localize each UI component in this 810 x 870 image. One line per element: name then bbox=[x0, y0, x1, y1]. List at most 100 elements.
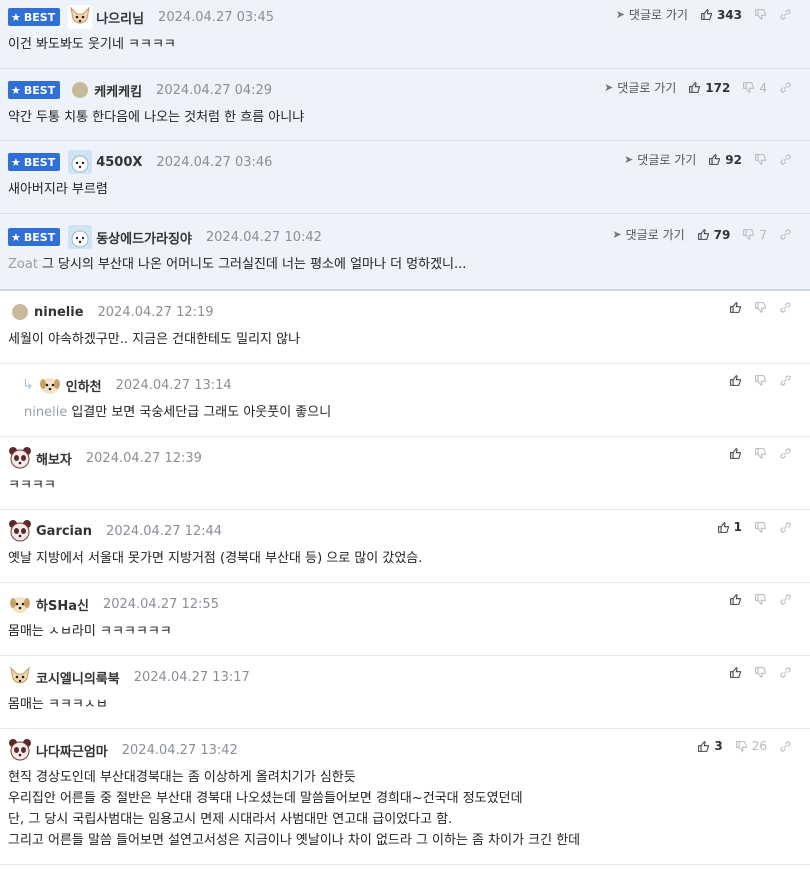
upvote-button[interactable]: 1 bbox=[717, 520, 742, 534]
link-button[interactable] bbox=[779, 521, 792, 534]
link-button[interactable] bbox=[779, 81, 792, 94]
comment-header: 나다짜근엄마 2024.04.27 13:42 3 26 bbox=[8, 733, 802, 767]
goto-reply-label: 댓글로 가기 bbox=[637, 153, 697, 167]
goto-reply-link[interactable]: ➤ 댓글로 가기 bbox=[624, 151, 696, 168]
goto-reply-link[interactable]: ➤ 댓글로 가기 bbox=[612, 226, 684, 243]
comment-body: 약간 두통 치통 한다음에 나오는 것처럼 한 흐름 아니냐 bbox=[8, 107, 802, 140]
comment-header: ★ BEST 케케케킴 2024.04.27 04:29 ➤ 댓글로 가기 172 … bbox=[8, 73, 802, 107]
comment-header: ninelie 2024.04.27 12:19 bbox=[8, 295, 802, 329]
upvote-button[interactable]: 172 bbox=[688, 81, 730, 95]
downvote-button[interactable] bbox=[754, 521, 767, 534]
goto-reply-label: 댓글로 가기 bbox=[617, 81, 677, 95]
goto-reply-link[interactable]: ➤ 댓글로 가기 bbox=[604, 79, 676, 96]
nickname[interactable]: 나다짜근엄마 bbox=[36, 741, 108, 760]
polar-avatar[interactable] bbox=[68, 150, 93, 174]
upvote-button[interactable] bbox=[729, 301, 742, 314]
upvote-button[interactable] bbox=[729, 374, 742, 387]
comment-text: 약간 두통 치통 한다음에 나오는 것처럼 한 흐름 아니냐 bbox=[8, 110, 305, 125]
comment-text: ㅋㅋㅋㅋ bbox=[8, 478, 56, 493]
thumbs-down-icon bbox=[755, 302, 766, 314]
link-button[interactable] bbox=[779, 228, 792, 241]
best-badge: ★ BEST bbox=[8, 81, 61, 99]
reply-comment: ↳ 인하천 2024.04.27 13:14 ninelie 입결만 보면 국숭세… bbox=[0, 364, 810, 437]
link-button[interactable] bbox=[779, 374, 792, 387]
best-label: BEST bbox=[23, 230, 56, 244]
link-button[interactable] bbox=[779, 301, 792, 314]
thumbs-down-icon bbox=[755, 594, 766, 606]
downvote-button[interactable]: 7 bbox=[742, 228, 767, 242]
comment-actions: ➤ 댓글로 가기 172 4 bbox=[592, 79, 792, 96]
goto-reply-label: 댓글로 가기 bbox=[625, 228, 685, 242]
upvote-button[interactable]: 3 bbox=[697, 739, 723, 753]
downvote-button[interactable] bbox=[754, 301, 767, 314]
upvote-button[interactable]: 92 bbox=[708, 153, 742, 167]
polar-avatar[interactable] bbox=[68, 225, 93, 249]
thumbs-down-icon bbox=[755, 667, 766, 679]
send-arrow-icon: ➤ bbox=[624, 153, 634, 166]
comment-date: 2024.04.27 03:46 bbox=[156, 154, 273, 170]
downvote-count: 26 bbox=[751, 739, 767, 753]
thumbs-down-icon bbox=[755, 521, 766, 533]
thumbs-down-icon bbox=[755, 9, 766, 21]
upvote-button[interactable] bbox=[729, 593, 742, 606]
panda-avatar[interactable] bbox=[8, 738, 32, 762]
link-button[interactable] bbox=[779, 593, 792, 606]
nickname[interactable]: 케케케킴 bbox=[94, 81, 142, 100]
thumbs-down-icon bbox=[743, 82, 755, 94]
puppy-avatar[interactable] bbox=[8, 592, 32, 616]
comment-actions: 1 bbox=[705, 520, 792, 534]
comment-date: 2024.04.27 13:42 bbox=[121, 742, 238, 758]
dog-avatar[interactable] bbox=[8, 665, 32, 689]
comment-actions: ➤ 댓글로 가기 79 7 bbox=[600, 226, 792, 243]
downvote-button[interactable]: 26 bbox=[735, 739, 767, 753]
panda-avatar[interactable] bbox=[8, 446, 32, 470]
upvote-count: 92 bbox=[725, 152, 742, 167]
comment-text: 옛날 지방에서 서울대 못가면 지방거점 (경북대 부산대 등) 으로 많이 갔… bbox=[8, 551, 423, 566]
nickname[interactable]: 나으리님 bbox=[96, 8, 144, 27]
downvote-button[interactable] bbox=[754, 666, 767, 679]
thumbs-up-icon bbox=[697, 228, 709, 240]
nickname[interactable]: 코시엘니의룩북 bbox=[36, 668, 120, 687]
nickname[interactable]: 동상에드가라징야 bbox=[96, 228, 192, 247]
upvote-button[interactable] bbox=[729, 666, 742, 679]
panda-avatar[interactable] bbox=[8, 519, 32, 543]
reply-to-nick[interactable]: ninelie bbox=[24, 405, 67, 420]
comment-text: 몸매는 ㅋㅋㅋㅅㅂ bbox=[8, 697, 108, 712]
downvote-button[interactable] bbox=[754, 374, 767, 387]
dog-avatar[interactable] bbox=[68, 5, 93, 29]
thumbs-up-icon bbox=[689, 81, 701, 93]
comment-header: ★ BEST 동상에드가라징야 2024.04.27 10:42 ➤ 댓글로 가기 … bbox=[8, 220, 802, 254]
thumbs-down-icon bbox=[735, 740, 747, 752]
downvote-button[interactable] bbox=[754, 153, 767, 166]
downvote-button[interactable] bbox=[754, 447, 767, 460]
downvote-button[interactable] bbox=[754, 593, 767, 606]
best-comment: ★ BEST 케케케킴 2024.04.27 04:29 ➤ 댓글로 가기 172 … bbox=[0, 69, 810, 141]
upvote-button[interactable]: 343 bbox=[700, 8, 742, 22]
round-avatar[interactable] bbox=[12, 304, 28, 320]
nickname[interactable]: 해보자 bbox=[36, 449, 72, 468]
link-button[interactable] bbox=[779, 740, 792, 753]
nickname[interactable]: 인하천 bbox=[66, 376, 102, 395]
nickname[interactable]: 4500X bbox=[96, 155, 142, 170]
upvote-button[interactable]: 79 bbox=[697, 228, 730, 242]
nickname[interactable]: ninelie bbox=[34, 305, 84, 320]
comment-text: 새아버지라 부르렴 bbox=[8, 182, 108, 197]
thumbs-up-icon bbox=[730, 447, 741, 459]
comment-body: 세월이 야속하겠구만.. 지금은 건대한테도 밀리지 않나 bbox=[8, 329, 802, 362]
reply-to-nick[interactable]: Zoat bbox=[8, 257, 38, 272]
downvote-button[interactable] bbox=[754, 8, 767, 21]
thumbs-up-icon bbox=[717, 521, 729, 533]
nickname[interactable]: Garcian bbox=[36, 524, 92, 539]
round-avatar[interactable] bbox=[72, 82, 89, 98]
link-button[interactable] bbox=[779, 666, 792, 679]
upvote-button[interactable] bbox=[729, 447, 742, 460]
downvote-button[interactable]: 4 bbox=[742, 81, 767, 95]
link-button[interactable] bbox=[779, 447, 792, 460]
goto-reply-link[interactable]: ➤ 댓글로 가기 bbox=[616, 6, 688, 23]
link-button[interactable] bbox=[779, 153, 792, 166]
nickname[interactable]: 하SHa신 bbox=[36, 595, 89, 614]
upvote-count: 343 bbox=[716, 7, 742, 22]
puppy-avatar[interactable] bbox=[37, 373, 62, 397]
comment-date: 2024.04.27 03:45 bbox=[158, 9, 275, 25]
link-button[interactable] bbox=[779, 8, 792, 21]
